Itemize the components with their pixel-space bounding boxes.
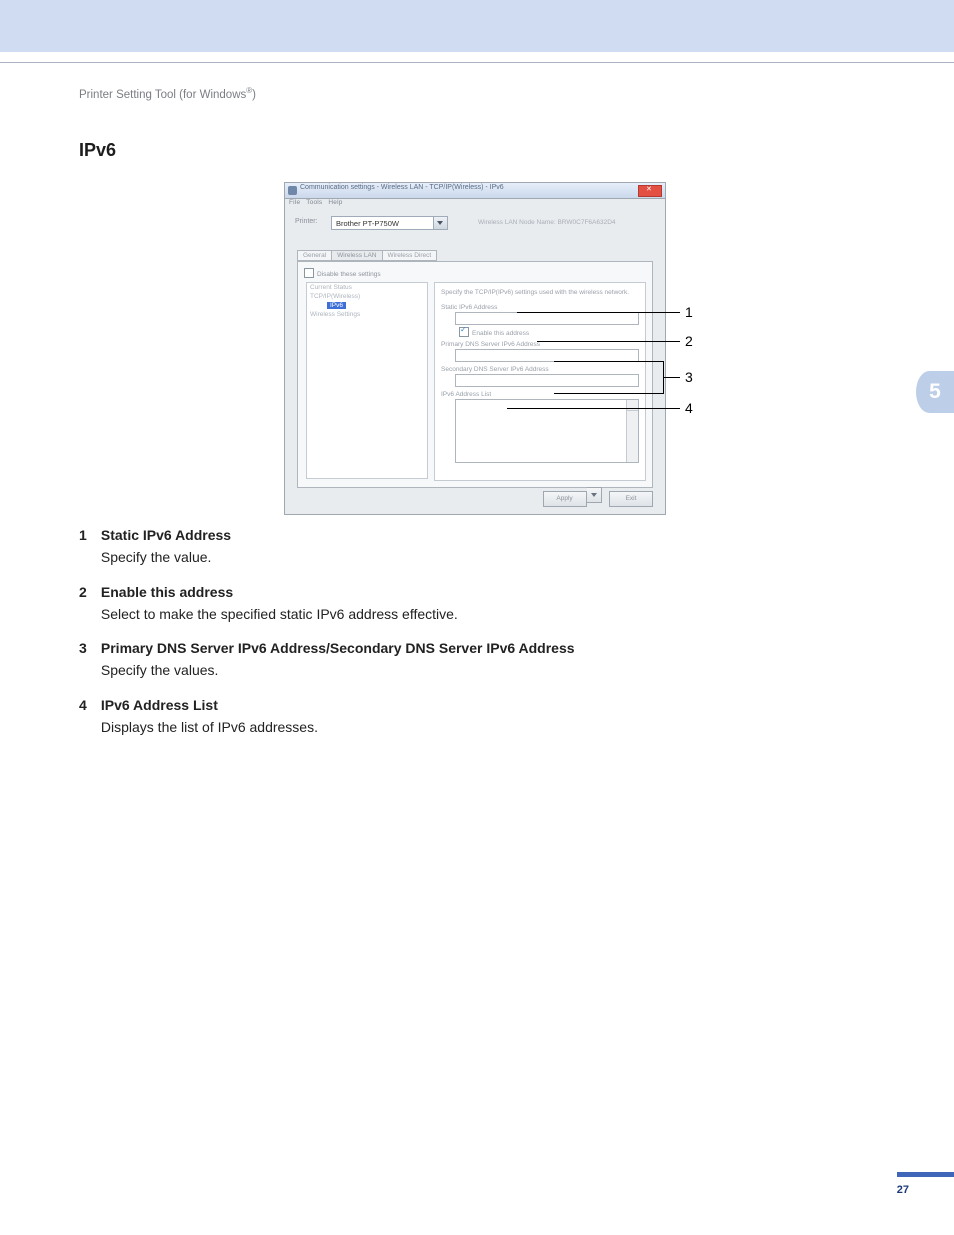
settings-dialog-screenshot: Communication settings - Wireless LAN - … bbox=[284, 182, 666, 515]
tab-strip: GeneralWireless LANWireless Direct bbox=[297, 250, 436, 261]
secondary-dns-label: Secondary DNS Server IPv6 Address bbox=[441, 366, 645, 373]
callout-definition-list: 1 Static IPv6 Address Specify the value.… bbox=[79, 525, 874, 751]
scrollbar[interactable] bbox=[626, 400, 638, 462]
callout-line-3a bbox=[554, 361, 664, 362]
pane-description: Specify the TCP/IP(IPv6) settings used w… bbox=[435, 283, 645, 300]
checkbox-checked-icon[interactable] bbox=[459, 327, 469, 337]
tree-node-tcpip[interactable]: TCP/IP(Wireless) bbox=[307, 292, 427, 301]
menu-bar: File Tools Help bbox=[289, 199, 343, 206]
item-desc: Displays the list of IPv6 addresses. bbox=[101, 717, 871, 737]
callout-line-1 bbox=[517, 312, 680, 313]
callout-number-1: 1 bbox=[685, 304, 693, 320]
breadcrumb-text: Printer Setting Tool (for Windows bbox=[79, 89, 246, 101]
window-icon bbox=[288, 186, 297, 195]
item-desc: Specify the values. bbox=[101, 660, 871, 680]
menu-help[interactable]: Help bbox=[328, 199, 342, 206]
tree-node-wireless-settings[interactable]: Wireless Settings bbox=[307, 310, 427, 319]
header-banner bbox=[0, 0, 954, 52]
settings-panel: Disable these settings Current Status TC… bbox=[297, 261, 653, 488]
item-number: 1 bbox=[79, 525, 97, 545]
list-item: 1 Static IPv6 Address Specify the value. bbox=[79, 525, 874, 568]
secondary-dns-input[interactable] bbox=[455, 374, 639, 387]
item-number: 2 bbox=[79, 582, 97, 602]
page-heading: IPv6 bbox=[79, 140, 116, 161]
scroll-up-icon[interactable] bbox=[627, 400, 638, 411]
primary-dns-label: Primary DNS Server IPv6 Address bbox=[441, 341, 645, 348]
tab-general[interactable]: General bbox=[297, 250, 332, 261]
exit-button[interactable]: Exit bbox=[609, 491, 653, 507]
list-item: 2 Enable this address Select to make the… bbox=[79, 582, 874, 625]
disable-settings-checkbox[interactable]: Disable these settings bbox=[304, 268, 381, 278]
tree-node-ipv6-selected[interactable]: IPv6 bbox=[327, 302, 346, 309]
static-ipv6-label: Static IPv6 Address bbox=[441, 304, 645, 311]
menu-tools[interactable]: Tools bbox=[306, 199, 322, 206]
enable-address-label: Enable this address bbox=[472, 330, 529, 337]
list-item: 4 IPv6 Address List Displays the list of… bbox=[79, 695, 874, 738]
callout-line-3b bbox=[554, 393, 664, 394]
document-page: Printer Setting Tool (for Windows®) IPv6… bbox=[0, 0, 954, 1235]
static-ipv6-input[interactable] bbox=[455, 312, 639, 325]
item-term: Primary DNS Server IPv6 Address/Secondar… bbox=[101, 640, 575, 656]
checkbox-icon[interactable] bbox=[304, 268, 314, 278]
callout-number-4: 4 bbox=[685, 400, 693, 416]
chevron-down-icon[interactable] bbox=[433, 217, 447, 229]
settings-tree[interactable]: Current Status TCP/IP(Wireless) IPv6 Wir… bbox=[306, 282, 428, 479]
item-term: IPv6 Address List bbox=[101, 697, 218, 713]
apply-button[interactable]: Apply bbox=[543, 491, 587, 507]
item-term: Enable this address bbox=[101, 584, 233, 600]
page-number: 27 bbox=[897, 1184, 909, 1196]
callout-line-3c bbox=[663, 377, 680, 378]
printer-label: Printer: bbox=[295, 218, 318, 225]
window-title: Communication settings - Wireless LAN - … bbox=[300, 184, 504, 191]
callout-number-3: 3 bbox=[685, 369, 693, 385]
dialog-button-bar: Apply Exit bbox=[540, 487, 653, 507]
tree-node-current-status[interactable]: Current Status bbox=[307, 283, 427, 292]
menu-file[interactable]: File bbox=[289, 199, 300, 206]
apply-dropdown-icon[interactable] bbox=[587, 487, 602, 503]
header-separator bbox=[0, 62, 954, 63]
tab-wireless-direct[interactable]: Wireless Direct bbox=[382, 250, 438, 261]
tab-wireless-lan[interactable]: Wireless LAN bbox=[331, 250, 382, 261]
callout-line-4 bbox=[507, 408, 680, 409]
node-name-label: Wireless LAN Node Name: BRW0C7F6A632D4 bbox=[478, 219, 616, 226]
disable-settings-label: Disable these settings bbox=[317, 271, 381, 278]
dialog-titlebar: Communication settings - Wireless LAN - … bbox=[285, 183, 665, 199]
list-item: 3 Primary DNS Server IPv6 Address/Second… bbox=[79, 638, 874, 681]
chapter-tab: 5 bbox=[916, 371, 954, 413]
callout-line-2 bbox=[537, 341, 680, 342]
item-desc: Select to make the specified static IPv6… bbox=[101, 604, 871, 624]
footer-accent-bar bbox=[897, 1172, 954, 1177]
item-number: 3 bbox=[79, 638, 97, 658]
item-number: 4 bbox=[79, 695, 97, 715]
item-term: Static IPv6 Address bbox=[101, 527, 231, 543]
printer-dropdown[interactable]: Brother PT-P750W bbox=[331, 216, 448, 230]
breadcrumb: Printer Setting Tool (for Windows®) bbox=[79, 86, 256, 101]
enable-address-checkbox[interactable]: Enable this address bbox=[459, 327, 645, 337]
callout-number-2: 2 bbox=[685, 333, 693, 349]
printer-selected-value: Brother PT-P750W bbox=[336, 219, 399, 228]
breadcrumb-suffix: ) bbox=[252, 89, 256, 101]
item-desc: Specify the value. bbox=[101, 547, 871, 567]
close-icon[interactable] bbox=[638, 185, 662, 197]
